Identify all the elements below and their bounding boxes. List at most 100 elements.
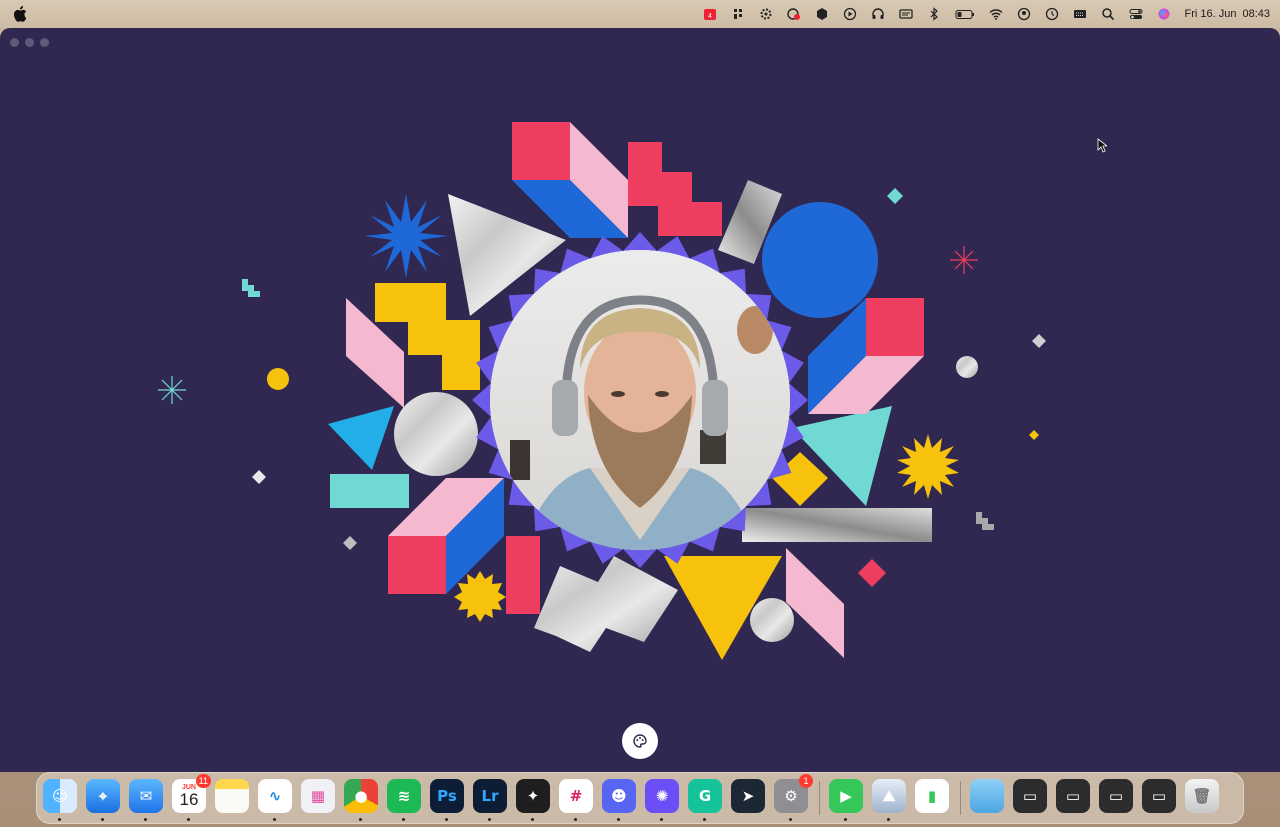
dock-item-spotify[interactable]: ≋ xyxy=(387,779,421,821)
teal-rectangle-shape xyxy=(330,474,409,508)
yellow-dot xyxy=(267,368,289,390)
headphones-icon[interactable] xyxy=(871,7,885,21)
vpn-icon[interactable] xyxy=(815,7,829,21)
dock-item-cursor[interactable]: ➤ xyxy=(731,779,765,813)
blue-circle-shape xyxy=(762,202,878,318)
trash-icon: 🗑 xyxy=(1192,787,1212,805)
slack-icon: # xyxy=(569,787,583,805)
mouse-cursor-icon xyxy=(1097,138,1107,153)
window-thumb-icon: ▭ xyxy=(1108,787,1124,805)
dock-item-freeform[interactable]: ∿ xyxy=(258,779,292,821)
compass-icon: ⌖ xyxy=(98,787,108,805)
dock-item-calendar[interactable]: JUN 16 11 xyxy=(172,774,211,821)
dock-item-safari[interactable]: ⌖ xyxy=(86,779,120,821)
photoshop-icon: Ps xyxy=(437,787,457,805)
dock-item-window-1[interactable]: ▭ xyxy=(1013,779,1047,813)
dock-item-lightroom[interactable]: Lr xyxy=(473,779,507,821)
running-indicator xyxy=(531,818,534,821)
running-indicator xyxy=(58,818,61,821)
menu-clock[interactable]: Fri 16. Jun 08:43 xyxy=(1185,8,1271,20)
facetime-icon: ▶ xyxy=(840,787,852,805)
running-indicator xyxy=(789,818,792,821)
gear-icon[interactable] xyxy=(759,7,773,21)
dock-item-perplexity[interactable]: ✺ xyxy=(645,779,679,821)
dock-item-discord[interactable]: ☻ xyxy=(602,779,636,821)
dock-item-numbers[interactable]: ▮ xyxy=(915,779,949,813)
dock-item-finder[interactable]: ☺ xyxy=(43,779,77,821)
marble-zigzag-bottom xyxy=(534,556,678,652)
dock-item-chrome[interactable]: ● xyxy=(344,779,378,821)
clock-icon[interactable] xyxy=(1045,7,1059,21)
search-icon[interactable] xyxy=(1101,7,1115,21)
running-indicator xyxy=(844,818,847,821)
app-window xyxy=(0,28,1280,772)
dock-item-launchpad[interactable]: ▦ xyxy=(301,779,335,813)
running-indicator xyxy=(574,818,577,821)
pink-parallelogram-right xyxy=(786,548,844,658)
dock-item-notes[interactable] xyxy=(215,779,249,813)
dock-item-facetime[interactable]: ▶ xyxy=(829,779,863,821)
bluetooth-icon[interactable] xyxy=(927,7,941,21)
blue-starburst-shape xyxy=(364,194,448,278)
running-indicator xyxy=(703,818,706,821)
red-block-shape xyxy=(512,122,570,180)
dock-item-slack[interactable]: # xyxy=(559,779,593,821)
dock-item-system-settings[interactable]: ⚙ 1 xyxy=(774,774,813,821)
running-indicator xyxy=(273,818,276,821)
asterisk-icon: ✺ xyxy=(655,787,669,805)
user-icon[interactable] xyxy=(1017,7,1031,21)
marble-stair-right xyxy=(976,512,994,530)
discord-icon: ☻ xyxy=(611,787,627,805)
control-center-icon[interactable] xyxy=(1129,7,1143,21)
wifi-icon[interactable] xyxy=(988,7,1003,21)
dock-item-window-4[interactable]: ▭ xyxy=(1142,779,1176,813)
dock-item-photoshop[interactable]: Ps xyxy=(430,779,464,821)
launchpad-icon: ▦ xyxy=(310,787,326,805)
dock-item-window-2[interactable]: ▭ xyxy=(1056,779,1090,813)
red-tall-rectangle xyxy=(506,536,540,614)
grid-icon[interactable] xyxy=(731,7,745,21)
red-block-front xyxy=(388,536,446,594)
calendar-badge-icon[interactable]: 4 xyxy=(703,7,717,21)
yellow-diamond-small xyxy=(1029,430,1039,440)
play-icon[interactable] xyxy=(843,7,857,21)
running-indicator xyxy=(445,818,448,821)
dock-item-preview[interactable]: ⛰ xyxy=(872,779,906,821)
battery-icon[interactable] xyxy=(955,7,975,21)
marble-circle-left xyxy=(394,392,478,476)
running-indicator xyxy=(488,818,491,821)
lightroom-icon: Lr xyxy=(481,787,499,805)
screen-record-icon[interactable] xyxy=(786,7,801,21)
running-indicator xyxy=(187,818,190,821)
dock-item-grammarly[interactable]: G xyxy=(688,779,722,821)
teal-stair-small xyxy=(242,279,260,297)
running-indicator xyxy=(144,818,147,821)
red-diamond-right xyxy=(858,559,886,587)
running-indicator xyxy=(660,818,663,821)
dock-separator xyxy=(960,781,961,815)
dock: ☺ ⌖ ✉ JUN 16 11 ∿ ▦ ● ≋ Ps Lr ✦ # ☻ ✺ G ➤ ⚙ 1 ▶ ⛰ ▮ ▭ ▭ ▭ ▭ 🗑 xyxy=(36,772,1244,824)
teal-sparkle-icon xyxy=(158,376,186,404)
dock-item-window-3[interactable]: ▭ xyxy=(1099,779,1133,813)
grammarly-icon: G xyxy=(698,787,712,805)
red-block-right xyxy=(866,298,924,356)
siri-icon[interactable] xyxy=(1157,7,1171,21)
apple-logo-icon[interactable] xyxy=(13,6,27,22)
dock-item-downloads[interactable] xyxy=(970,779,1004,813)
dock-item-mail[interactable]: ✉ xyxy=(129,779,163,821)
marble-bar-right xyxy=(742,508,932,542)
preview-icon: ⛰ xyxy=(882,787,896,805)
marble-dot-right xyxy=(956,356,978,378)
marble-diamond-right xyxy=(1032,334,1046,348)
yellow-small-sun-shape xyxy=(454,571,506,622)
theme-palette-button[interactable] xyxy=(622,723,658,759)
notification-badge: 11 xyxy=(195,774,211,788)
freeform-icon: ∿ xyxy=(268,787,282,805)
running-indicator xyxy=(101,818,104,821)
keyboard-icon[interactable] xyxy=(1073,7,1087,21)
calendar-day-label: 16 xyxy=(179,790,199,809)
display-icon[interactable] xyxy=(898,7,913,21)
window-thumb-icon: ▭ xyxy=(1022,787,1038,805)
dock-item-trash[interactable]: 🗑 xyxy=(1185,779,1219,813)
dock-item-figma[interactable]: ✦ xyxy=(516,779,550,821)
